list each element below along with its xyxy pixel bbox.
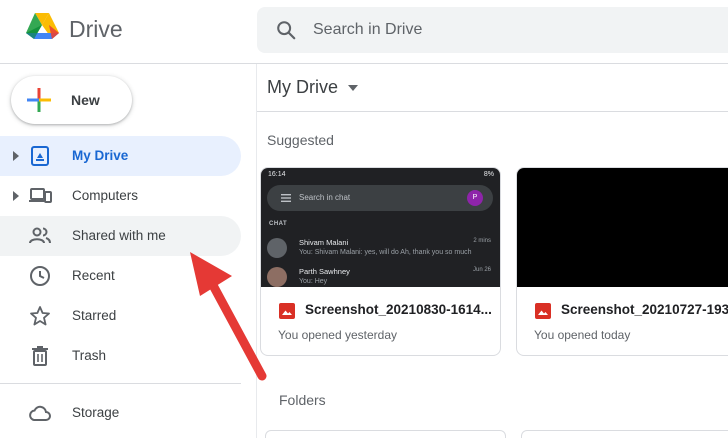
thumb-chat-search: Search in chat P — [267, 185, 493, 211]
menu-icon — [281, 194, 291, 202]
computers-icon — [29, 188, 52, 203]
my-drive-icon — [31, 146, 49, 166]
sidebar-item-label: Storage — [72, 405, 120, 420]
file-name: Screenshot_20210727-1939 — [561, 302, 728, 317]
sidebar-item-my-drive[interactable]: My Drive — [0, 136, 241, 176]
new-button-label: New — [71, 92, 100, 108]
sidebar-item-label: Recent — [72, 268, 115, 283]
main-content: My Drive Suggested 16:14 8% Search in ch… — [257, 64, 728, 438]
expand-caret-icon[interactable] — [12, 150, 20, 162]
sidebar-item-label: Trash — [72, 348, 107, 363]
chat-name: Parth Sawhney — [299, 267, 350, 276]
file-thumbnail: 16:14 8% Search in chat P CHAT Shivam Ma… — [261, 168, 500, 287]
expand-caret-icon[interactable] — [12, 190, 20, 202]
sidebar-item-storage[interactable]: Storage — [0, 393, 241, 433]
top-bar: Drive — [0, 0, 728, 64]
new-button[interactable]: New — [11, 76, 132, 124]
image-file-icon — [279, 303, 295, 319]
file-card[interactable]: Screenshot_20210727-1939 You opened toda… — [516, 167, 728, 356]
search-input[interactable] — [313, 7, 713, 53]
page-title[interactable]: My Drive — [267, 77, 338, 98]
thumb-chat-row: Parth Sawhney You: Hey Jun 26 — [267, 265, 493, 289]
thumb-chat-heading: CHAT — [269, 221, 288, 227]
file-name: Screenshot_20210830-1614... — [305, 302, 492, 317]
thumb-chat-row: Shivam Malani You: Shivam Malani: yes, w… — [267, 236, 493, 260]
search-icon[interactable] — [275, 19, 297, 41]
shared-with-me-icon — [29, 227, 51, 244]
thumb-search-text: Search in chat — [299, 193, 351, 202]
file-activity: You opened yesterday — [278, 328, 397, 342]
file-card[interactable]: 16:14 8% Search in chat P CHAT Shivam Ma… — [260, 167, 501, 356]
chat-name: Shivam Malani — [299, 238, 349, 247]
file-activity: You opened today — [534, 328, 631, 342]
suggested-heading: Suggested — [267, 132, 334, 148]
sidebar-item-label: Shared with me — [72, 228, 166, 243]
file-thumbnail — [517, 168, 728, 287]
google-drive-logo[interactable] — [22, 11, 62, 47]
folder-card[interactable] — [265, 430, 506, 438]
chat-time: 2 mins — [473, 238, 491, 244]
star-icon — [30, 306, 50, 326]
avatar: P — [467, 190, 483, 206]
thumb-status-time: 16:14 — [268, 171, 286, 178]
search-bar[interactable] — [257, 7, 728, 53]
location-bar: My Drive — [257, 64, 728, 112]
thumb-battery: 8% — [483, 171, 494, 178]
chat-time: Jun 26 — [472, 267, 491, 273]
folder-card[interactable] — [521, 430, 728, 438]
sidebar-item-label: Computers — [72, 188, 139, 203]
clock-icon — [30, 266, 50, 286]
plus-icon — [27, 88, 51, 112]
sidebar-item-label: My Drive — [72, 148, 129, 163]
chevron-down-icon[interactable] — [348, 85, 358, 91]
trash-icon — [32, 346, 48, 366]
chat-message: You: Shivam Malani: yes, will do Ah, tha… — [299, 249, 472, 256]
annotation-arrow-icon — [190, 252, 267, 381]
cloud-icon — [29, 405, 51, 421]
folders-heading: Folders — [279, 392, 326, 408]
chat-message: You: Hey — [299, 278, 328, 285]
sidebar-item-computers[interactable]: Computers — [0, 176, 241, 216]
brand-name: Drive — [69, 16, 123, 42]
image-file-icon — [535, 303, 551, 319]
sidebar-item-label: Starred — [72, 308, 117, 323]
